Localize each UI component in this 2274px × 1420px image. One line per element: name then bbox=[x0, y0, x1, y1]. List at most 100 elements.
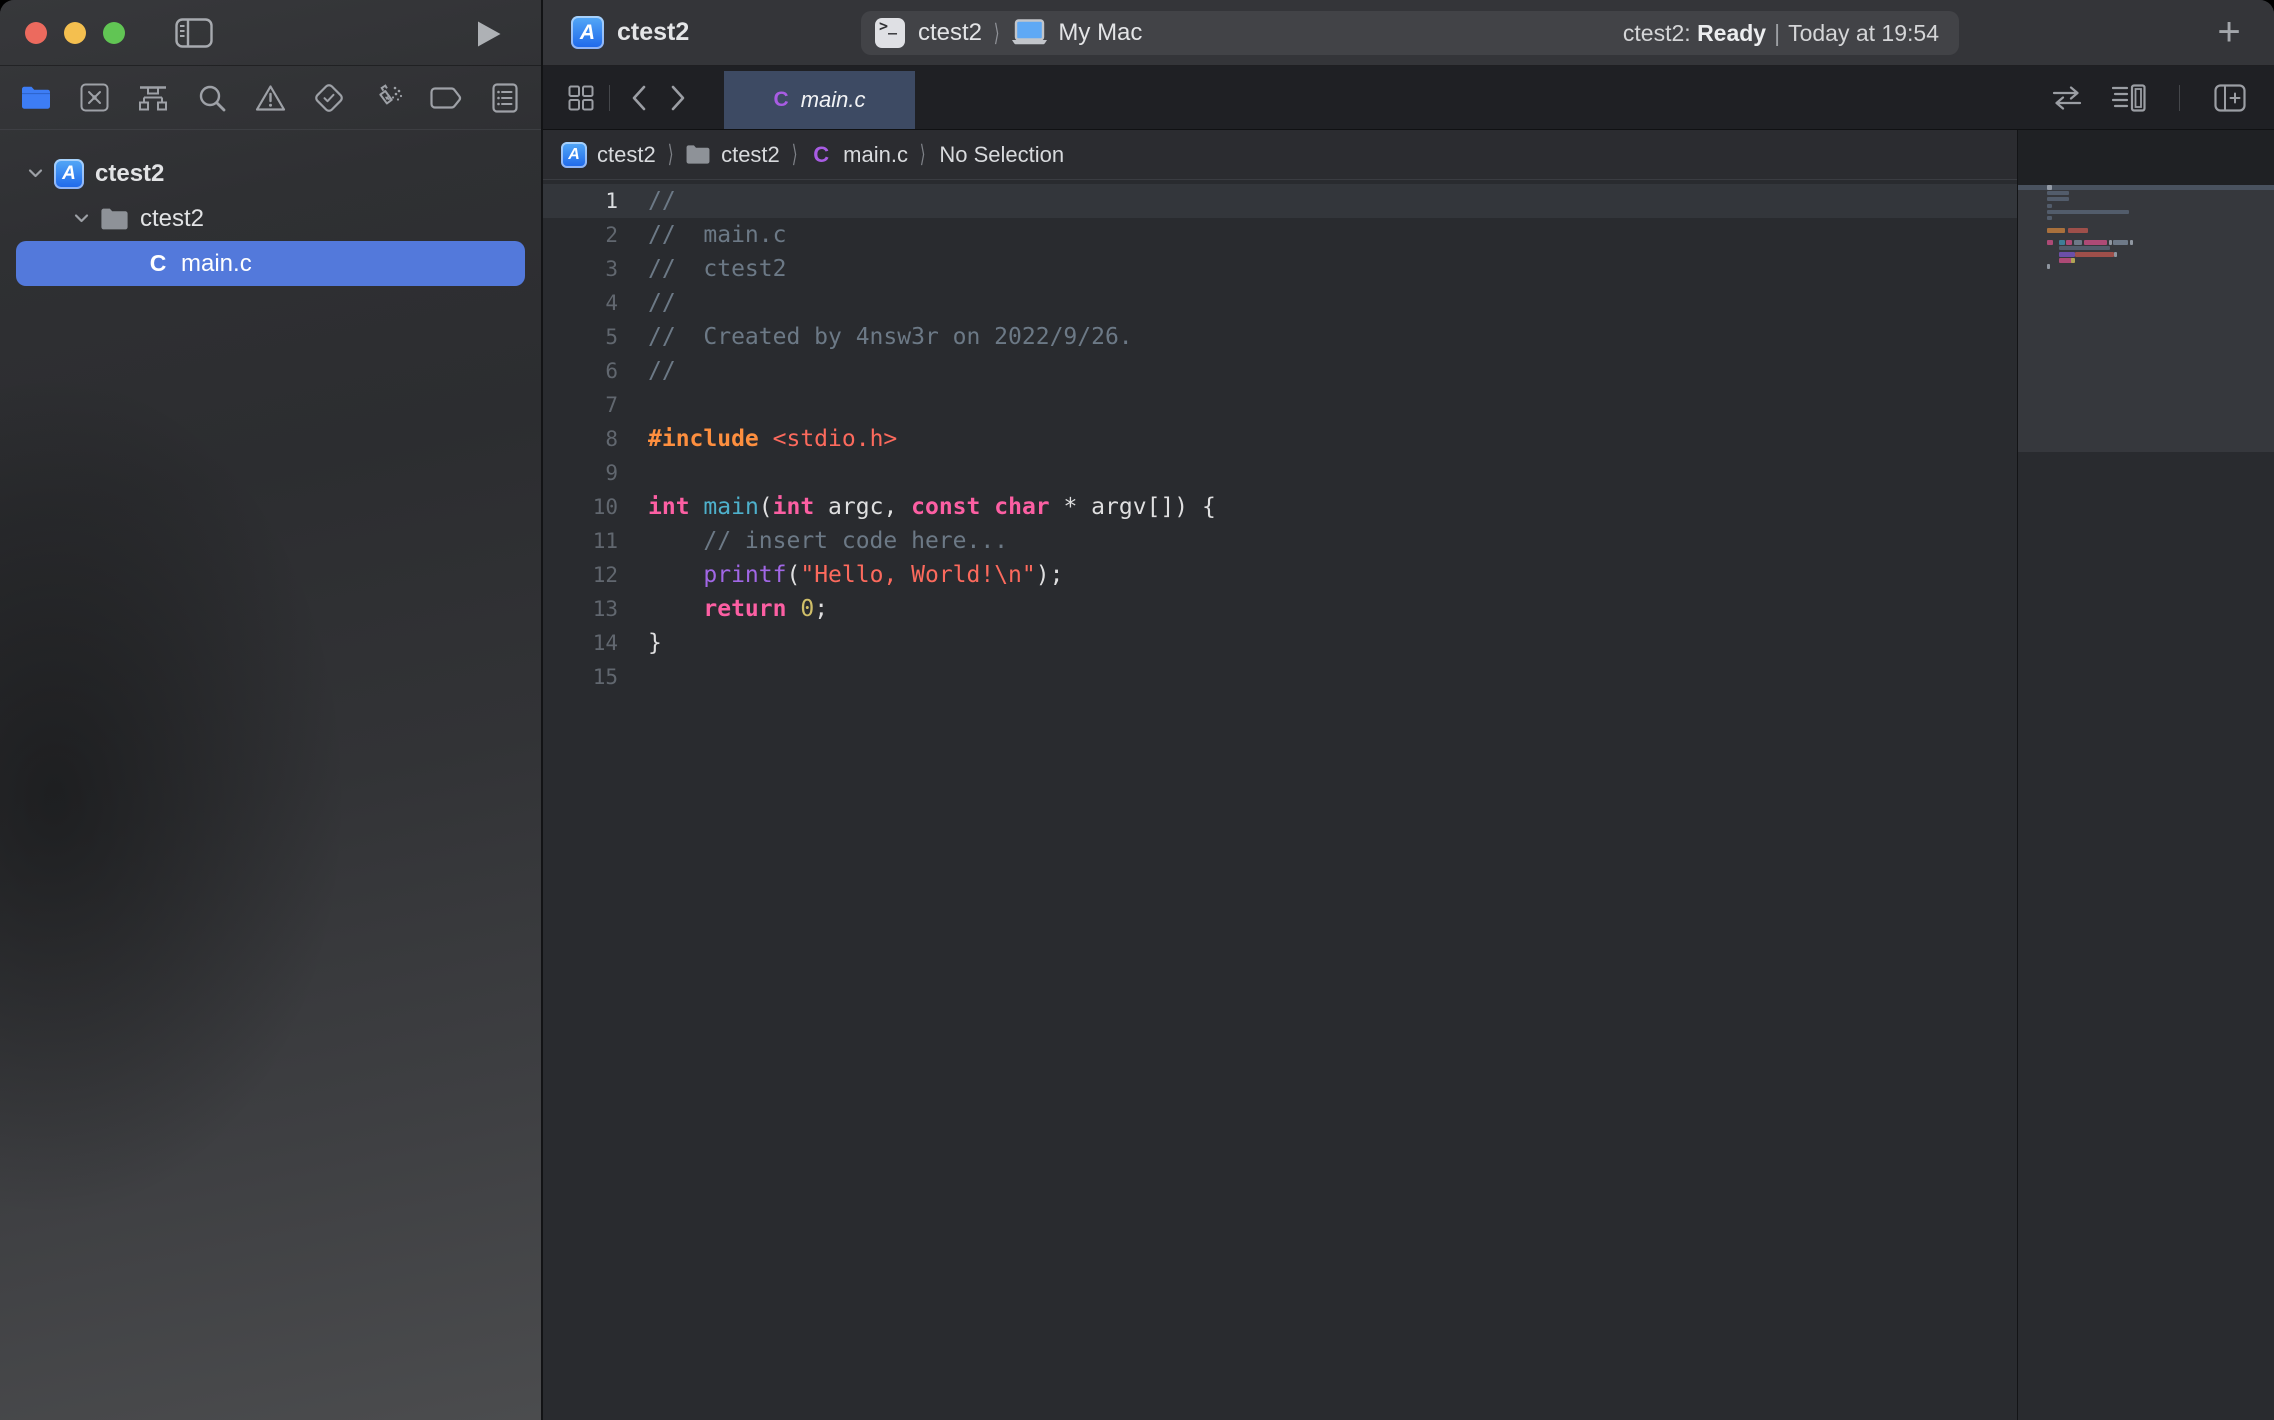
code-text: // main.c bbox=[648, 218, 786, 252]
minimap[interactable] bbox=[2018, 130, 2274, 1420]
jumpbar-file[interactable]: main.c bbox=[843, 142, 908, 168]
toggle-sidebar-button[interactable] bbox=[175, 18, 213, 48]
code-text: // bbox=[648, 354, 676, 388]
project-app-icon: A bbox=[571, 16, 604, 49]
code-review-icon[interactable] bbox=[2047, 78, 2087, 118]
disclosure-chevron-icon[interactable] bbox=[74, 213, 89, 224]
source-editor[interactable]: 1//2// main.c3// ctest24//5// Created by… bbox=[543, 180, 2018, 1420]
jumpbar-c-file-icon[interactable]: C bbox=[809, 142, 833, 168]
minimap-top-region bbox=[2018, 130, 2274, 186]
project-file-tree: Actest2ctest2Cmain.c bbox=[0, 131, 541, 1420]
minimap-code-bar bbox=[2114, 252, 2117, 257]
toolbar: A ctest2 >_ ctest2 ⟩ My Mac ctest2: Read… bbox=[543, 0, 2274, 66]
project-navigator-tab[interactable] bbox=[14, 76, 58, 120]
code-line-11: 11 // insert code here... bbox=[543, 524, 2018, 558]
code-text: int main(int argc, const char * argv[]) … bbox=[648, 490, 1216, 524]
close-window-button[interactable] bbox=[25, 22, 47, 44]
line-number: 4 bbox=[543, 286, 618, 320]
navigator-tab-bar bbox=[0, 66, 541, 130]
tabbar-right-controls bbox=[2047, 78, 2274, 118]
code-text: } bbox=[648, 626, 662, 660]
minimap-code-bar bbox=[2109, 240, 2112, 245]
tabbar-right-separator bbox=[2179, 85, 2180, 111]
sidebar-divider[interactable] bbox=[541, 0, 543, 1420]
jumpbar-selection[interactable]: No Selection bbox=[939, 142, 1064, 168]
minimap-code-bar bbox=[2075, 252, 2114, 257]
scheme-destination[interactable]: My Mac bbox=[1058, 19, 1142, 47]
jumpbar-project[interactable]: ctest2 bbox=[597, 142, 656, 168]
c-file-icon: C bbox=[146, 250, 170, 277]
minimap-code-bar bbox=[2059, 246, 2110, 250]
find-navigator-tab[interactable] bbox=[190, 76, 234, 120]
tab-main-c[interactable]: C main.c bbox=[724, 71, 915, 129]
jumpbar-project-icon[interactable]: A bbox=[561, 142, 587, 168]
zoom-window-button[interactable] bbox=[103, 22, 125, 44]
chevron-separator-icon: ⟩ bbox=[920, 140, 926, 169]
code-line-13: 13 return 0; bbox=[543, 592, 2018, 626]
scheme-and-activity-capsule[interactable]: >_ ctest2 ⟩ My Mac ctest2: Ready|Today a… bbox=[861, 11, 1959, 55]
status-project: ctest2: bbox=[1623, 20, 1691, 46]
minimap-code-bar bbox=[2059, 252, 2075, 257]
minimap-code-bar bbox=[2047, 191, 2069, 195]
window-project-title: ctest2 bbox=[617, 18, 689, 47]
minimap-viewport-region bbox=[2018, 186, 2274, 452]
source-control-navigator-tab[interactable] bbox=[73, 76, 117, 120]
code-line-6: 6// bbox=[543, 354, 2018, 388]
report-navigator-tab[interactable] bbox=[483, 76, 527, 120]
minimap-code-bar bbox=[2047, 185, 2052, 190]
code-line-14: 14} bbox=[543, 626, 2018, 660]
minimize-window-button[interactable] bbox=[64, 22, 86, 44]
code-line-1: 1// bbox=[543, 184, 2018, 218]
tree-row-ctest2[interactable]: Actest2 bbox=[0, 151, 541, 196]
scheme-target[interactable]: ctest2 bbox=[918, 19, 982, 47]
minimap-code-bar bbox=[2068, 228, 2088, 233]
go-back-button[interactable] bbox=[618, 78, 658, 118]
code-line-10: 10int main(int argc, const char * argv[]… bbox=[543, 490, 2018, 524]
tree-label: main.c bbox=[181, 250, 252, 278]
line-number: 8 bbox=[543, 422, 618, 456]
line-number: 3 bbox=[543, 252, 618, 286]
code-text: // ctest2 bbox=[648, 252, 786, 286]
line-number: 15 bbox=[543, 660, 618, 694]
minimap-code-bar bbox=[2074, 240, 2082, 245]
symbol-navigator-tab[interactable] bbox=[131, 76, 175, 120]
minimap-code-bar bbox=[2047, 210, 2129, 214]
editor-grid-icon[interactable] bbox=[561, 78, 601, 118]
jumpbar-group[interactable]: ctest2 bbox=[721, 142, 780, 168]
tabbar-separator bbox=[609, 85, 610, 111]
code-lines: 1//2// main.c3// ctest24//5// Created by… bbox=[543, 180, 2018, 694]
main-area: A ctest2 >_ ctest2 ⟩ My Mac ctest2: Read… bbox=[543, 0, 2274, 1420]
code-text: #include <stdio.h> bbox=[648, 422, 897, 456]
debug-navigator-tab[interactable] bbox=[366, 76, 410, 120]
test-navigator-tab[interactable] bbox=[307, 76, 351, 120]
editor-options-icon[interactable] bbox=[2109, 78, 2149, 118]
line-number: 13 bbox=[543, 592, 618, 626]
c-file-icon: C bbox=[774, 88, 789, 112]
tree-row-ctest2[interactable]: ctest2 bbox=[0, 196, 541, 241]
disclosure-chevron-icon[interactable] bbox=[28, 168, 43, 179]
minimap-code-bar bbox=[2047, 228, 2065, 233]
code-line-7: 7 bbox=[543, 388, 2018, 422]
issue-navigator-tab[interactable] bbox=[249, 76, 293, 120]
code-text: // Created by 4nsw3r on 2022/9/26. bbox=[648, 320, 1133, 354]
chevron-separator-icon: ⟩ bbox=[792, 140, 798, 169]
jumpbar-folder-icon[interactable] bbox=[685, 144, 711, 165]
tree-label: ctest2 bbox=[95, 160, 164, 188]
sidebar-toolbar bbox=[0, 0, 541, 66]
library-add-button[interactable]: + bbox=[2206, 9, 2252, 55]
run-button[interactable] bbox=[476, 20, 502, 48]
minimap-current-line-bar bbox=[2018, 185, 2274, 190]
minimap-code-bar bbox=[2047, 204, 2052, 208]
add-editor-split-icon[interactable] bbox=[2210, 78, 2250, 118]
minimap-code-bar bbox=[2071, 258, 2075, 263]
command-line-target-icon: >_ bbox=[875, 18, 905, 48]
code-line-8: 8 #include <stdio.h> bbox=[543, 422, 2018, 456]
go-forward-button[interactable] bbox=[658, 78, 698, 118]
tree-row-main.c[interactable]: Cmain.c bbox=[16, 241, 525, 286]
jump-bar: A ctest2 ⟩ ctest2 ⟩ C main.c ⟩ No Select… bbox=[543, 130, 2018, 180]
status-time: Today at 19:54 bbox=[1788, 20, 1939, 46]
breakpoint-navigator-tab[interactable] bbox=[424, 76, 468, 120]
code-text: return 0; bbox=[648, 592, 828, 626]
folder-icon bbox=[100, 207, 129, 231]
minimap-lower-region bbox=[2018, 452, 2274, 1420]
